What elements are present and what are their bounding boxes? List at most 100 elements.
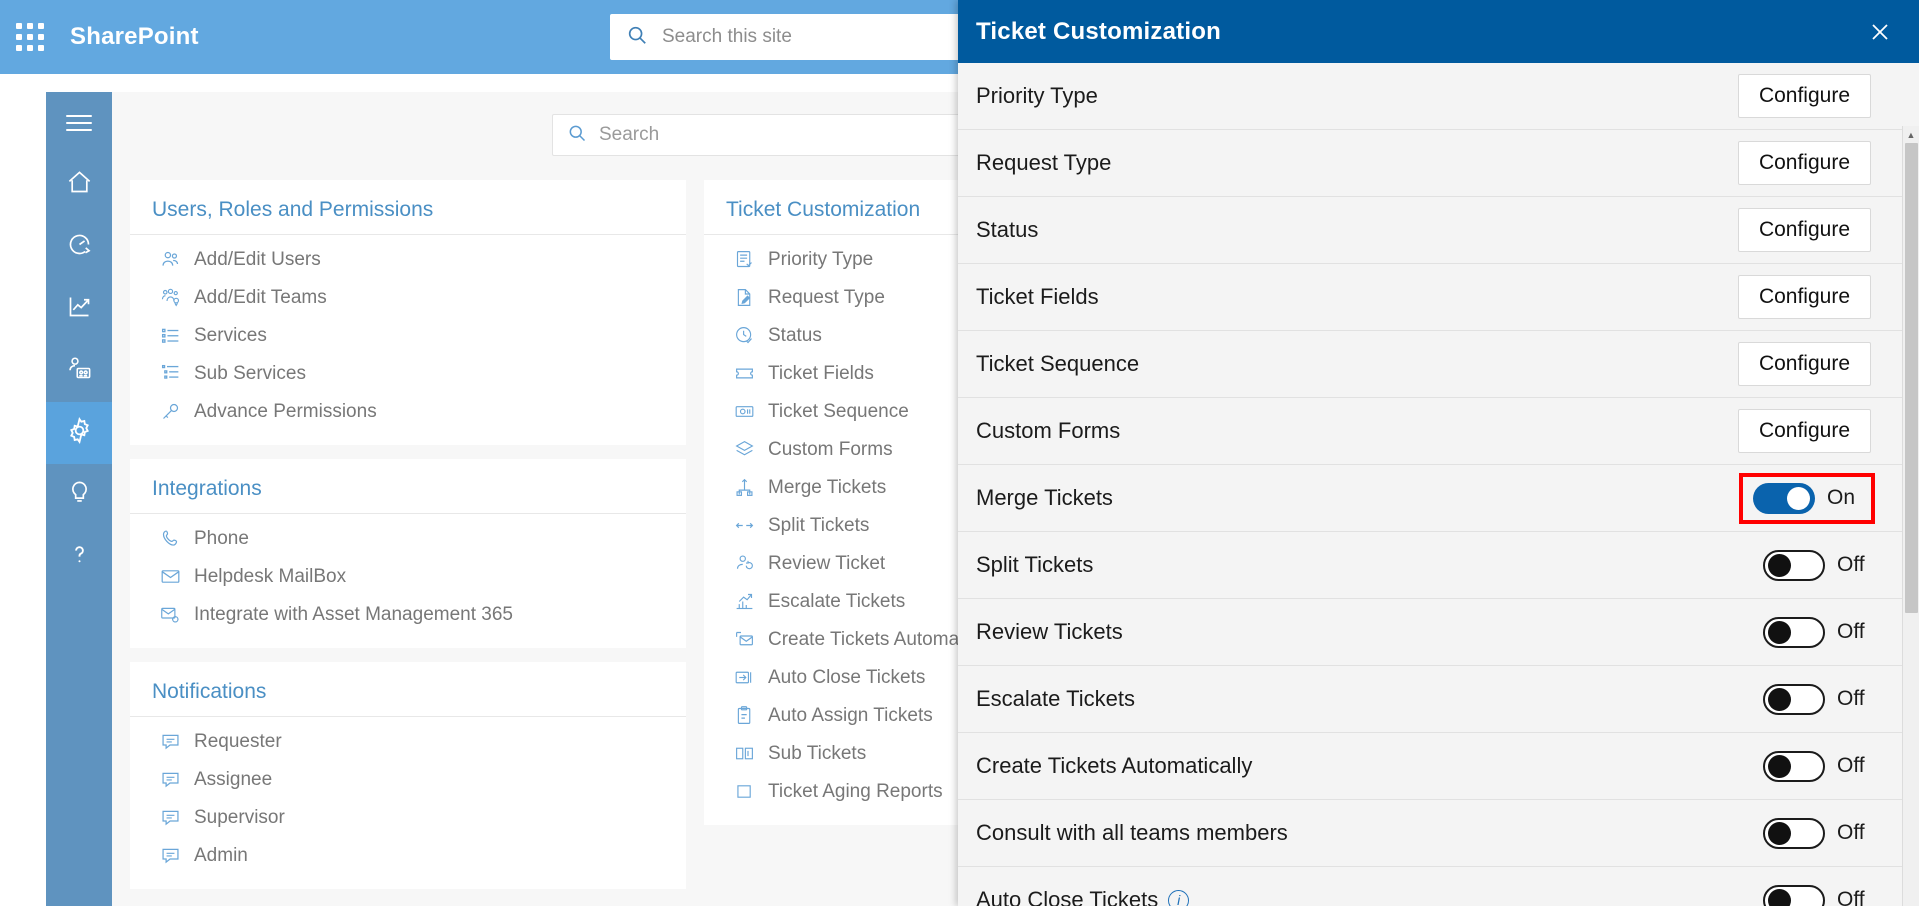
users-icon: [160, 249, 182, 271]
link-assignee[interactable]: Assignee: [130, 761, 686, 799]
row-label: Escalate Tickets: [976, 686, 1135, 711]
link-label: Auto Assign Tickets: [768, 705, 933, 726]
auto-close-toggle-wrap: Off: [1763, 884, 1871, 906]
mail-icon: [160, 566, 182, 588]
card-notifications: Notifications Requester Assignee Supervi…: [130, 662, 686, 889]
link-phone[interactable]: Phone: [130, 520, 686, 558]
card-item-list: Add/Edit Users Add/Edit Teams Services S…: [130, 241, 686, 431]
link-label: Ticket Sequence: [768, 401, 909, 422]
rail-item-settings[interactable]: [46, 402, 112, 464]
toggle-create-tickets-automatically[interactable]: [1763, 750, 1825, 782]
link-supervisor[interactable]: Supervisor: [130, 799, 686, 837]
review-people-icon: [734, 553, 756, 575]
rail-item-reports[interactable]: [46, 278, 112, 340]
search-icon: [567, 123, 587, 148]
toggle-auto-close-tickets[interactable]: [1763, 884, 1825, 906]
phone-icon: [160, 528, 182, 550]
row-label-wrap: Auto Close Tickets i: [976, 887, 1190, 906]
toggle-review-tickets[interactable]: [1763, 616, 1825, 648]
gear-icon: [65, 416, 94, 450]
card-title: Users, Roles and Permissions: [130, 180, 686, 235]
link-label: Ticket Fields: [768, 363, 874, 384]
card-title: Notifications: [130, 662, 686, 717]
toggle-state-label: Off: [1837, 687, 1865, 710]
panel-title: Ticket Customization: [976, 17, 1221, 45]
row-merge-tickets: Merge Tickets On: [958, 465, 1919, 532]
doc-pencil-icon: [734, 287, 756, 309]
rail-item-dashboard[interactable]: [46, 216, 112, 278]
row-escalate-tickets: Escalate Tickets Off: [958, 666, 1919, 733]
configure-button-status[interactable]: Configure: [1737, 208, 1871, 252]
review-tickets-toggle-wrap: Off: [1763, 616, 1871, 648]
panel-scrollbar[interactable]: ▲ ▼: [1902, 126, 1919, 906]
row-review-tickets: Review Tickets Off: [958, 599, 1919, 666]
auto-close-icon: [734, 667, 756, 689]
clipboard-icon: [734, 705, 756, 727]
settings-search-placeholder: Search: [599, 124, 660, 145]
sharepoint-title: SharePoint: [70, 23, 199, 50]
row-label: Create Tickets Automatically: [976, 753, 1253, 778]
card-users-roles-permissions: Users, Roles and Permissions Add/Edit Us…: [130, 180, 686, 445]
row-create-tickets-automatically: Create Tickets Automatically Off: [958, 733, 1919, 800]
row-label: Ticket Fields: [976, 284, 1099, 309]
link-label: Split Tickets: [768, 515, 870, 536]
toggle-merge-tickets[interactable]: [1753, 482, 1815, 514]
layers-icon: [734, 439, 756, 461]
configure-button-priority-type[interactable]: Configure: [1737, 74, 1871, 118]
rail-item-teams[interactable]: [46, 340, 112, 402]
link-advance-permissions[interactable]: Advance Permissions: [130, 393, 686, 431]
toggle-state-label: Off: [1837, 754, 1865, 777]
link-label: Advance Permissions: [194, 401, 377, 422]
link-requester[interactable]: Requester: [130, 723, 686, 761]
left-nav-rail: [46, 92, 112, 906]
toggle-state-label: Off: [1837, 620, 1865, 643]
team-badge-icon: [160, 287, 182, 309]
link-admin[interactable]: Admin: [130, 837, 686, 875]
link-label: Phone: [194, 528, 249, 549]
link-integrate-asset-management-365[interactable]: Integrate with Asset Management 365: [130, 596, 686, 634]
link-services[interactable]: Services: [130, 317, 686, 355]
comment-icon: [160, 769, 182, 791]
toggle-state-label: On: [1827, 486, 1856, 509]
configure-button-request-type[interactable]: Configure: [1737, 141, 1871, 185]
link-add-edit-users[interactable]: Add/Edit Users: [130, 241, 686, 279]
configure-button-ticket-fields[interactable]: Configure: [1737, 275, 1871, 319]
app-launcher-waffle-icon[interactable]: [0, 23, 60, 51]
configure-button-custom-forms[interactable]: Configure: [1737, 409, 1871, 453]
panel-body: Priority Type Configure Request Type Con…: [958, 63, 1919, 906]
merge-tickets-toggle-highlight: On: [1739, 472, 1875, 524]
info-icon[interactable]: i: [1168, 889, 1190, 906]
scroll-up-arrow-icon[interactable]: ▲: [1903, 126, 1919, 143]
scrollbar-thumb[interactable]: [1905, 143, 1918, 613]
rail-item-menu[interactable]: [46, 92, 112, 154]
toggle-escalate-tickets[interactable]: [1763, 683, 1825, 715]
comment-icon: [160, 731, 182, 753]
panel-header: Ticket Customization: [958, 0, 1919, 63]
rail-item-ideas[interactable]: [46, 464, 112, 526]
row-label: Split Tickets: [976, 552, 1094, 577]
link-label: Review Ticket: [768, 553, 886, 574]
card-title: Integrations: [130, 459, 686, 514]
card-integrations: Integrations Phone Helpdesk MailBox Inte…: [130, 459, 686, 648]
toggle-consult-with-all-teams-members[interactable]: [1763, 817, 1825, 849]
row-priority-type: Priority Type Configure: [958, 63, 1919, 130]
ticket-customization-panel: Ticket Customization Priority Type Confi…: [958, 0, 1919, 906]
link-label: Ticket Aging Reports: [768, 781, 943, 802]
hamburger-icon: [66, 110, 92, 136]
link-helpdesk-mailbox[interactable]: Helpdesk MailBox: [130, 558, 686, 596]
link-label: Services: [194, 325, 267, 346]
link-label: Request Type: [768, 287, 885, 308]
link-label: Sub Tickets: [768, 743, 867, 764]
link-label: Sub Services: [194, 363, 306, 384]
close-icon[interactable]: [1863, 15, 1897, 49]
chart-line-icon: [66, 293, 93, 325]
link-add-edit-teams[interactable]: Add/Edit Teams: [130, 279, 686, 317]
link-label: Status: [768, 325, 822, 346]
clock-check-icon: [734, 325, 756, 347]
rail-item-home[interactable]: [46, 154, 112, 216]
rail-item-help[interactable]: [46, 526, 112, 588]
toggle-split-tickets[interactable]: [1763, 549, 1825, 581]
configure-button-ticket-sequence[interactable]: Configure: [1737, 342, 1871, 386]
link-sub-services[interactable]: Sub Services: [130, 355, 686, 393]
link-label: Priority Type: [768, 249, 874, 270]
